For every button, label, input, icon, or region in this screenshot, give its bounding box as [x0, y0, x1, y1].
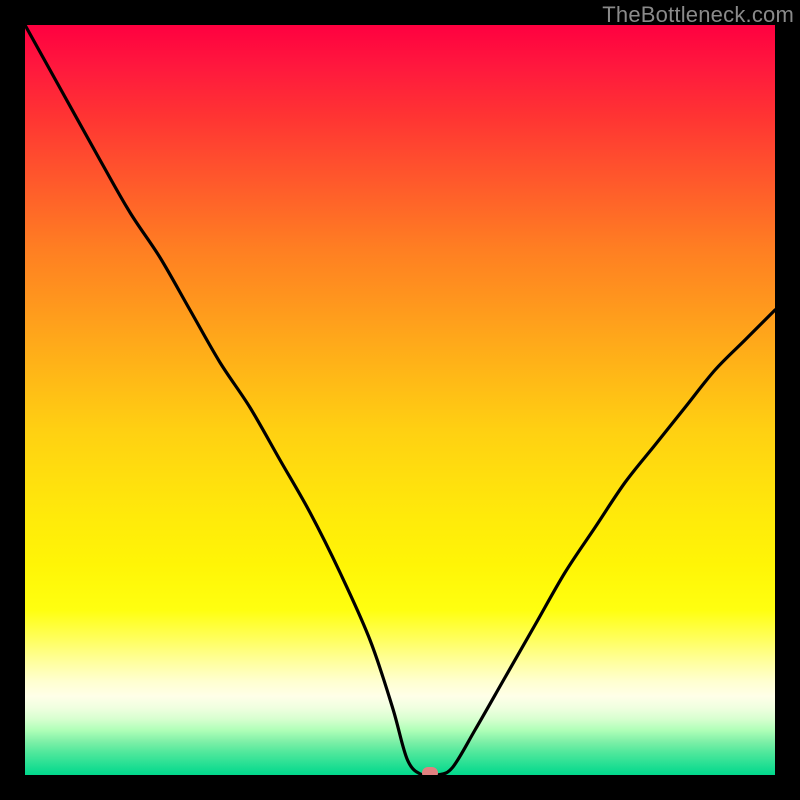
bottleneck-curve — [25, 25, 775, 775]
watermark-text: TheBottleneck.com — [602, 2, 794, 28]
optimum-marker — [422, 767, 438, 775]
chart-frame: TheBottleneck.com — [0, 0, 800, 800]
plot-area — [25, 25, 775, 775]
